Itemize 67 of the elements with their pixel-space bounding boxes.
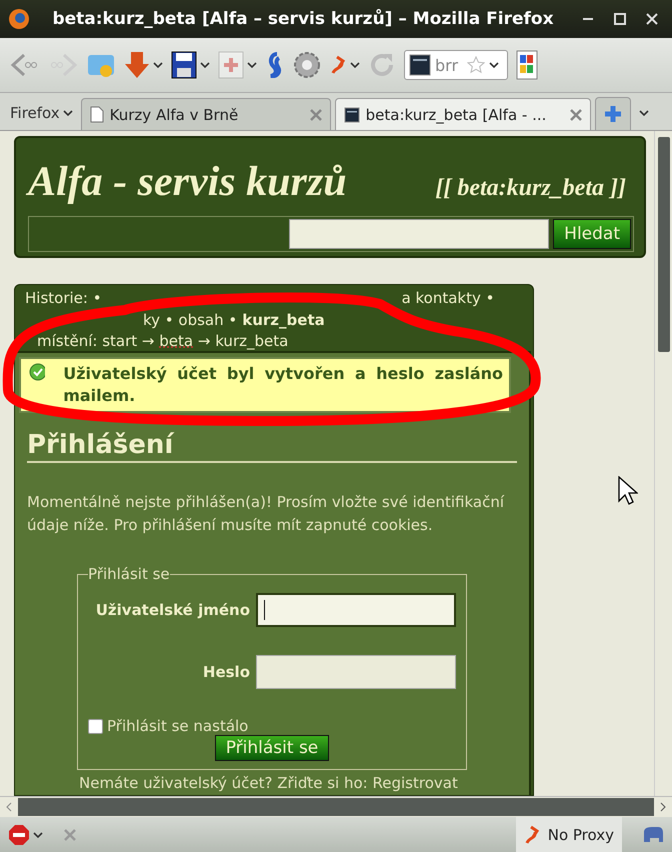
login-button[interactable]: Přihlásit se: [214, 735, 330, 761]
url-text: brr: [435, 56, 460, 74]
stop-sign-icon: [8, 824, 30, 846]
new-tab-button[interactable]: [594, 97, 631, 130]
login-heading: Přihlášení: [27, 429, 517, 463]
location-text: místění: start →: [37, 332, 154, 350]
page-name: [[ beta:kurz_beta ]]: [435, 175, 626, 202]
adblock-button[interactable]: [8, 824, 43, 846]
input-field[interactable]: [256, 655, 456, 689]
browser-tab[interactable]: beta:kurz_beta [Alfa - ...: [334, 98, 591, 130]
close-icon: [63, 828, 77, 842]
checkbox[interactable]: [88, 718, 103, 734]
current-page: kurz_beta: [242, 310, 325, 331]
back-button[interactable]: [10, 52, 40, 78]
save-button[interactable]: [171, 51, 210, 79]
window-title: beta:kurz_beta [Alfa – servis kurzů] – Mozilla Firefox: [51, 9, 555, 29]
browser-tab[interactable]: Kurzy Alfa v Brně: [80, 98, 331, 130]
firefox-menu-button[interactable]: Firefox: [6, 96, 77, 130]
site-icon: [344, 106, 360, 122]
intro-text: Momentálně nejste přihlášen(a)! Prosím vložte své identifikační údaje níže. Pro přihlášení musíte mít zapnuté cookies.: [27, 492, 506, 536]
history-text: Historie: •: [25, 288, 102, 309]
floppy-icon: [171, 51, 197, 79]
browser-logo-icon: [8, 8, 30, 30]
close-icon: [310, 108, 322, 120]
page-icon: [90, 106, 104, 123]
caret-icon: [489, 62, 499, 68]
input-field[interactable]: [256, 593, 456, 627]
caret-icon: [153, 62, 163, 68]
search-field[interactable]: [289, 219, 550, 249]
caret-icon: [247, 62, 257, 68]
star-icon[interactable]: [467, 56, 485, 74]
field-label: Heslo: [202, 663, 250, 681]
message-text: Uživatelský účet byl vytvořen a heslo zasláno mailem.: [63, 363, 503, 407]
download-button[interactable]: [124, 50, 163, 80]
register-text: Nemáte uživatelský účet? Zřiďte si ho: Registrovat: [79, 774, 459, 792]
settings-icon[interactable]: [293, 51, 321, 79]
vertical-scrollbar[interactable]: [654, 131, 672, 796]
caret-icon: [638, 110, 649, 116]
maximize-icon: [614, 13, 626, 25]
close-tab-button[interactable]: [570, 108, 582, 120]
horizontal-scrollbar[interactable]: [0, 796, 672, 817]
close-tab-button[interactable]: [310, 108, 322, 120]
breadcrumb-link[interactable]: beta: [159, 332, 194, 350]
checkbox-label: Přihlásit se nastálo: [107, 717, 248, 735]
search-engine-icon[interactable]: [516, 50, 538, 80]
close-icon: [646, 13, 658, 25]
add-page-button[interactable]: [218, 51, 257, 79]
add-page-icon: [218, 51, 244, 79]
caret-icon: [62, 110, 73, 116]
caret-icon: [200, 62, 210, 68]
close-icon: [570, 108, 582, 120]
proxy-button[interactable]: No Proxy: [516, 817, 622, 852]
history-text: a kontakty •: [402, 288, 494, 309]
caret-icon: [350, 62, 360, 68]
field-label: Uživatelské jméno: [96, 601, 250, 619]
plus-icon: [604, 105, 622, 123]
url-field[interactable]: brr: [404, 50, 508, 80]
search-button[interactable]: Hledat: [553, 219, 631, 249]
history-text: ky • obsah •: [143, 310, 238, 331]
download-arrow-icon: [124, 50, 150, 80]
form-legend: Přihlásit se: [88, 565, 170, 583]
caret-icon: [33, 832, 43, 838]
mouse-pointer-icon: [618, 476, 638, 506]
site-title: Alfa - servis kurzů: [28, 158, 347, 206]
minimize-icon: [582, 18, 594, 20]
location-text: → kurz_beta: [198, 332, 288, 350]
site-icon: [409, 54, 431, 76]
